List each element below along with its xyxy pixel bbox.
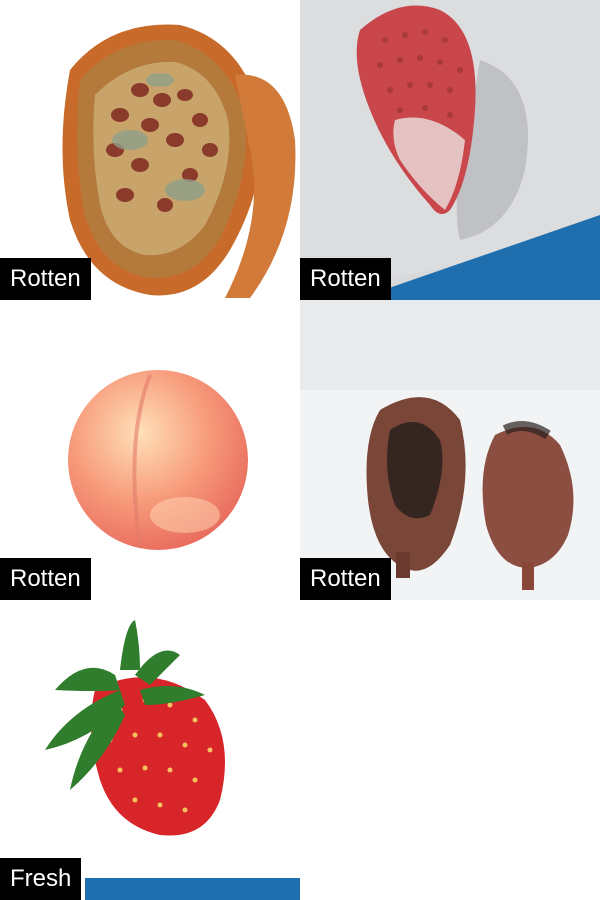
tile-label: Rotten (0, 558, 91, 600)
tile-label: Rotten (300, 258, 391, 300)
moldy-strawberry-image (300, 0, 600, 300)
tile-label: Fresh (0, 858, 82, 900)
tile-fresh-strawberry[interactable]: Fresh (0, 600, 300, 900)
peach-image (0, 300, 300, 600)
rotten-pomegranate-image (0, 0, 300, 300)
tile-moldy-strawberry[interactable]: Rotten (300, 0, 600, 300)
tile-peach[interactable]: Rotten (0, 300, 300, 600)
tile-label: Rotten (300, 558, 391, 600)
tile-rotten-pomegranates[interactable]: Rotten (300, 300, 600, 600)
empty-cell (300, 600, 600, 900)
tile-label: Rotten (0, 258, 91, 300)
fresh-strawberry-image (0, 600, 300, 900)
image-grid: Rotten Rotten Rotten Rotten Fresh (0, 0, 600, 900)
rotten-pomegranates-image (300, 300, 600, 600)
tile-rotten-pomegranate[interactable]: Rotten (0, 0, 300, 300)
